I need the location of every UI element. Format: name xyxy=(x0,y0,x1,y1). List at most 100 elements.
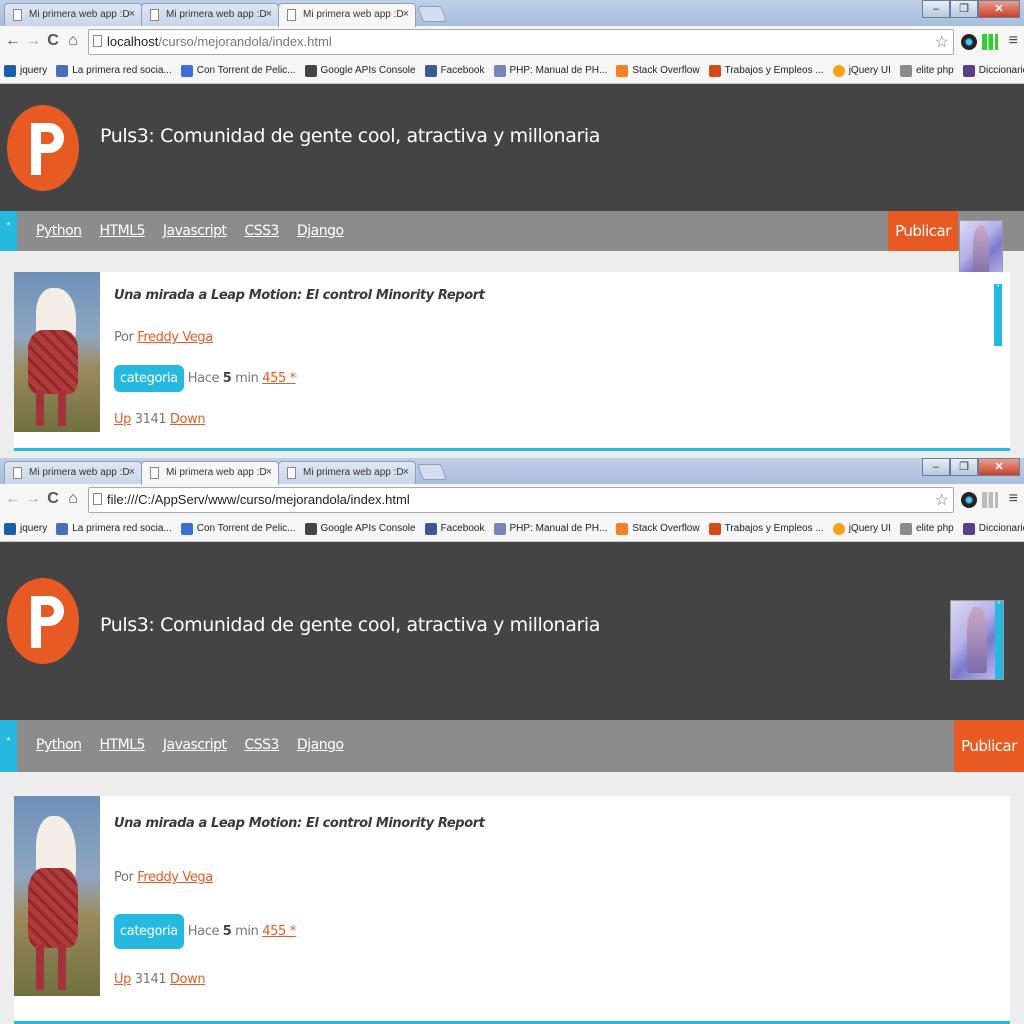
page-icon xyxy=(93,493,102,505)
browser-tab[interactable]: Mi primera web app :D × xyxy=(4,461,142,484)
category-badge[interactable]: categoria xyxy=(114,914,184,949)
bookmark-dictionary[interactable]: Diccionario Web xyxy=(962,64,1024,77)
nav-link-javascript[interactable]: Javascript xyxy=(163,223,227,239)
nav-link-html5[interactable]: HTML5 xyxy=(100,223,146,239)
extension-icon[interactable] xyxy=(961,34,977,50)
tab-close-icon[interactable]: × xyxy=(403,466,409,478)
bookmark-jquery[interactable]: jquery xyxy=(4,522,47,535)
nav-link-django[interactable]: Django xyxy=(297,737,344,753)
home-icon[interactable]: ⌂ xyxy=(64,32,82,50)
comments-link[interactable]: 455 * xyxy=(262,371,296,386)
bookmark-facebook[interactable]: Facebook xyxy=(424,522,485,535)
bookmark-label: elite php xyxy=(915,523,954,534)
url-host: localhost xyxy=(107,34,159,49)
avatar-figure xyxy=(966,607,988,673)
address-bar[interactable]: file:///C:/AppServ/www/curso/mejorandola… xyxy=(88,487,954,513)
bookmark-label: Google APIs Console xyxy=(320,523,416,534)
browser-tab-active[interactable]: Mi primera web app :D × xyxy=(278,3,416,27)
avatar[interactable]: * xyxy=(950,600,1004,680)
nav-link-python[interactable]: Python xyxy=(36,223,82,239)
bookmark-stack-overflow[interactable]: Stack Overflow xyxy=(616,64,700,77)
close-window-button[interactable]: ✕ xyxy=(978,0,1020,18)
forward-icon[interactable]: → xyxy=(24,32,42,50)
bookmark-star-icon[interactable]: ☆ xyxy=(935,32,949,52)
minimize-button[interactable]: – xyxy=(922,0,950,18)
bookmark-stack-overflow[interactable]: Stack Overflow xyxy=(616,522,700,535)
signal-icon[interactable] xyxy=(982,34,998,50)
comments-link[interactable]: 455 * xyxy=(262,924,296,939)
bookmark-google-apis[interactable]: Google APIs Console xyxy=(304,64,416,77)
back-icon[interactable]: ← xyxy=(4,490,22,508)
browser-tab-active[interactable]: Mi primera web app :D × xyxy=(141,461,279,485)
publish-button[interactable]: Publicar xyxy=(888,211,958,251)
page-icon xyxy=(93,35,102,47)
post-title[interactable]: Una mirada a Leap Motion: El control Min… xyxy=(114,816,485,831)
vote-down-link[interactable]: Down xyxy=(170,412,206,427)
publish-button[interactable]: Publicar xyxy=(954,720,1024,772)
chrome-menu-icon[interactable]: ≡ xyxy=(1009,490,1018,508)
bookmark-jquery-ui[interactable]: jQuery UI xyxy=(832,522,891,535)
minimize-button[interactable]: – xyxy=(922,458,950,476)
puls3-logo[interactable] xyxy=(7,578,79,664)
close-window-button[interactable]: ✕ xyxy=(978,458,1020,476)
post-thumbnail[interactable] xyxy=(14,272,100,432)
puls3-logo[interactable] xyxy=(7,105,79,191)
bookmark-torrent[interactable]: Con Torrent de Pelic... xyxy=(180,64,296,77)
author-link[interactable]: Freddy Vega xyxy=(137,330,213,345)
bookmark-elite-php[interactable]: elite php xyxy=(899,64,954,77)
new-tab-button[interactable] xyxy=(417,6,447,22)
reload-icon[interactable]: C xyxy=(44,490,62,508)
nav-link-css3[interactable]: CSS3 xyxy=(245,737,280,753)
bookmark-social[interactable]: La primera red socia... xyxy=(56,522,172,535)
home-icon[interactable]: ⌂ xyxy=(64,490,82,508)
nav-link-css3[interactable]: CSS3 xyxy=(245,223,280,239)
bookmark-google-apis[interactable]: Google APIs Console xyxy=(304,522,416,535)
tab-close-icon[interactable]: × xyxy=(129,466,135,478)
maximize-button[interactable]: ❐ xyxy=(950,458,978,476)
bookmark-jobs[interactable]: Trabajos y Empleos ... xyxy=(708,64,824,77)
bookmark-label: elite php xyxy=(915,65,954,76)
web-page: Puls3: Comunidad de gente cool, atractiv… xyxy=(0,84,1024,458)
bookmark-jquery-ui[interactable]: jQuery UI xyxy=(832,64,891,77)
address-bar[interactable]: localhost/curso/mejorandola/index.html ☆ xyxy=(88,29,954,55)
bookmark-php[interactable]: PHP: Manual de PH... xyxy=(493,64,608,77)
elite-php-icon xyxy=(899,64,912,77)
tab-close-icon[interactable]: × xyxy=(129,8,135,20)
post-thumbnail[interactable] xyxy=(14,796,100,996)
vote-down-link[interactable]: Down xyxy=(170,972,206,987)
author-link[interactable]: Freddy Vega xyxy=(137,870,213,885)
category-badge[interactable]: categoria xyxy=(114,365,184,392)
bookmark-jquery[interactable]: jquery xyxy=(4,64,47,77)
by-label: Por xyxy=(114,870,134,885)
signal-icon[interactable] xyxy=(982,492,998,508)
bookmark-jobs[interactable]: Trabajos y Empleos ... xyxy=(708,522,824,535)
browser-tab[interactable]: Mi primera web app :D × xyxy=(141,3,279,26)
bookmark-dictionary[interactable]: Diccionario Web xyxy=(962,522,1024,535)
bookmark-php[interactable]: PHP: Manual de PH... xyxy=(493,522,607,535)
bookmark-elite-php[interactable]: elite php xyxy=(899,522,954,535)
tab-close-icon[interactable]: × xyxy=(403,8,409,20)
extension-icon[interactable] xyxy=(961,492,977,508)
bookmark-label: PHP: Manual de PH... xyxy=(509,65,608,76)
tab-close-icon[interactable]: × xyxy=(266,8,272,20)
bookmark-star-icon[interactable]: ☆ xyxy=(935,490,949,510)
nav-link-python[interactable]: Python xyxy=(36,737,82,753)
vote-up-link[interactable]: Up xyxy=(114,412,131,427)
nav-link-html5[interactable]: HTML5 xyxy=(100,737,146,753)
tab-close-icon[interactable]: × xyxy=(266,466,272,478)
forward-icon[interactable]: → xyxy=(24,490,42,508)
maximize-button[interactable]: ❐ xyxy=(950,0,978,18)
browser-tab[interactable]: Mi primera web app :D × xyxy=(4,3,142,26)
nav-link-javascript[interactable]: Javascript xyxy=(163,737,227,753)
bookmark-torrent[interactable]: Con Torrent de Pelic... xyxy=(180,522,296,535)
nav-link-django[interactable]: Django xyxy=(297,223,344,239)
chrome-menu-icon[interactable]: ≡ xyxy=(1009,32,1018,50)
bookmark-facebook[interactable]: Facebook xyxy=(424,64,485,77)
post-title[interactable]: Una mirada a Leap Motion: El control Min… xyxy=(114,288,485,303)
vote-up-link[interactable]: Up xyxy=(114,972,131,987)
new-tab-button[interactable] xyxy=(417,464,447,480)
bookmark-social[interactable]: La primera red socia... xyxy=(56,64,172,77)
back-icon[interactable]: ← xyxy=(4,32,22,50)
browser-tab[interactable]: Mi primera web app :D × xyxy=(278,461,416,484)
reload-icon[interactable]: C xyxy=(44,32,62,50)
